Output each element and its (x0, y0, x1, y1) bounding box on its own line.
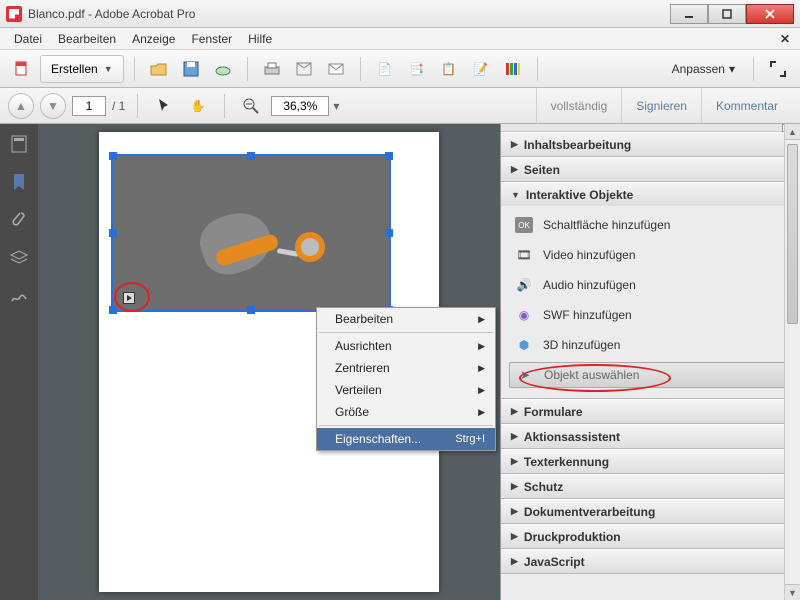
zoom-out-icon[interactable] (237, 92, 265, 120)
tools-panel: ▶Inhaltsbearbeitung ▶Seiten ▼Interaktive… (500, 124, 800, 600)
open-icon[interactable] (145, 55, 173, 83)
tool-select-object[interactable]: ➤Objekt auswählen (509, 362, 792, 388)
tab-comment[interactable]: Kommentar (701, 88, 792, 123)
create-button[interactable]: Erstellen ▼ (40, 55, 124, 83)
scroll-down-icon[interactable]: ▼ (785, 584, 800, 600)
section-forms[interactable]: ▶Formulare (501, 399, 800, 423)
create-label: Erstellen (51, 62, 98, 76)
section-pages[interactable]: ▶Seiten (501, 157, 800, 181)
menubar: Datei Bearbeiten Anzeige Fenster Hilfe ✕ (0, 28, 800, 50)
combine-icon[interactable]: 📋 (435, 55, 463, 83)
selected-object[interactable] (111, 154, 391, 312)
zoom-dropdown-icon[interactable]: ▾ (333, 99, 339, 113)
chevron-down-icon: ▼ (104, 64, 113, 74)
speaker-icon: 🔊 (515, 277, 533, 293)
ctx-properties[interactable]: Eigenschaften...Strg+I (317, 428, 495, 450)
scroll-thumb[interactable] (787, 144, 798, 324)
tool-add-3d[interactable]: ⬢3D hinzufügen (509, 332, 792, 358)
window-titlebar: Blanco.pdf - Adobe Acrobat Pro (0, 0, 800, 28)
menu-help[interactable]: Hilfe (240, 30, 280, 48)
export-icon[interactable]: 📑 (403, 55, 431, 83)
tab-full[interactable]: vollständig (536, 88, 622, 123)
tool-add-swf[interactable]: ◉SWF hinzufügen (509, 302, 792, 328)
cursor-icon: ➤ (516, 367, 534, 383)
tool-add-video[interactable]: 🎞Video hinzufügen (509, 242, 792, 268)
panel-scrollbar[interactable]: ▲ ▼ (784, 124, 800, 600)
ctx-distribute[interactable]: Verteilen▶ (317, 379, 495, 401)
signature-icon[interactable] (9, 286, 29, 306)
context-menu: Bearbeiten▶ Ausrichten▶ Zentrieren▶ Vert… (316, 307, 496, 451)
chevron-down-icon: ▾ (729, 62, 735, 76)
page-up-button[interactable]: ▲ (8, 93, 34, 119)
menu-file[interactable]: Datei (6, 30, 50, 48)
attachment-icon[interactable] (9, 210, 29, 230)
section-ocr[interactable]: ▶Texterkennung (501, 449, 800, 473)
ctx-center[interactable]: Zentrieren▶ (317, 357, 495, 379)
scroll-up-icon[interactable]: ▲ (785, 124, 800, 140)
page-down-button[interactable]: ▼ (40, 93, 66, 119)
section-js[interactable]: ▶JavaScript (501, 549, 800, 573)
layers-icon[interactable] (9, 248, 29, 268)
page-total: / 1 (112, 99, 125, 113)
menu-edit[interactable]: Bearbeiten (50, 30, 124, 48)
close-button[interactable] (746, 4, 794, 24)
object-artwork (191, 184, 341, 294)
select-tool-icon[interactable] (150, 92, 178, 120)
hand-tool-icon[interactable]: ✋ (184, 92, 212, 120)
section-interactive[interactable]: ▼Interaktive Objekte (501, 182, 800, 206)
section-security[interactable]: ▶Schutz (501, 474, 800, 498)
cube-icon: ⬢ (515, 337, 533, 353)
print-icon[interactable] (258, 55, 286, 83)
swf-icon: ◉ (515, 307, 533, 323)
main-toolbar: Erstellen ▼ 📄 📑 📋 📝 Anpassen ▾ (0, 50, 800, 88)
create-pdf-icon[interactable] (8, 55, 36, 83)
email-icon[interactable] (322, 55, 350, 83)
film-icon: 🎞 (515, 247, 533, 263)
section-content-edit[interactable]: ▶Inhaltsbearbeitung (501, 132, 800, 156)
nav-toolbar: ▲ ▼ / 1 ✋ ▾ vollständig Signieren Kommen… (0, 88, 800, 124)
bookmark-icon[interactable] (9, 172, 29, 192)
minimize-button[interactable] (670, 4, 708, 24)
cloud-icon[interactable] (209, 55, 237, 83)
share-icon[interactable] (290, 55, 318, 83)
form-icon[interactable]: 📝 (467, 55, 495, 83)
thumbnails-icon[interactable] (9, 134, 29, 154)
app-icon (6, 6, 22, 22)
left-nav-rail (0, 124, 38, 600)
save-icon[interactable] (177, 55, 205, 83)
ctx-edit[interactable]: Bearbeiten▶ (317, 308, 495, 330)
doc-close-x[interactable]: ✕ (780, 32, 790, 46)
fullscreen-icon[interactable] (764, 55, 792, 83)
customize-label: Anpassen (672, 62, 725, 76)
ctx-size[interactable]: Größe▶ (317, 401, 495, 423)
scan-icon[interactable]: 📄 (371, 55, 399, 83)
section-print[interactable]: ▶Druckproduktion (501, 524, 800, 548)
customize-button[interactable]: Anpassen ▾ (664, 62, 743, 76)
tool-add-audio[interactable]: 🔊Audio hinzufügen (509, 272, 792, 298)
menu-window[interactable]: Fenster (183, 30, 240, 48)
maximize-button[interactable] (708, 4, 746, 24)
window-title: Blanco.pdf - Adobe Acrobat Pro (28, 7, 670, 21)
ok-button-icon: OK (515, 217, 533, 233)
page-number-input[interactable] (72, 96, 106, 116)
menu-view[interactable]: Anzeige (124, 30, 183, 48)
section-docproc[interactable]: ▶Dokumentverarbeitung (501, 499, 800, 523)
color-icon[interactable] (499, 55, 527, 83)
tool-add-button[interactable]: OKSchaltfläche hinzufügen (509, 212, 792, 238)
section-actions[interactable]: ▶Aktionsassistent (501, 424, 800, 448)
ctx-align[interactable]: Ausrichten▶ (317, 335, 495, 357)
zoom-input[interactable] (271, 96, 329, 116)
annotation-circle (114, 282, 150, 312)
tab-sign[interactable]: Signieren (621, 88, 701, 123)
